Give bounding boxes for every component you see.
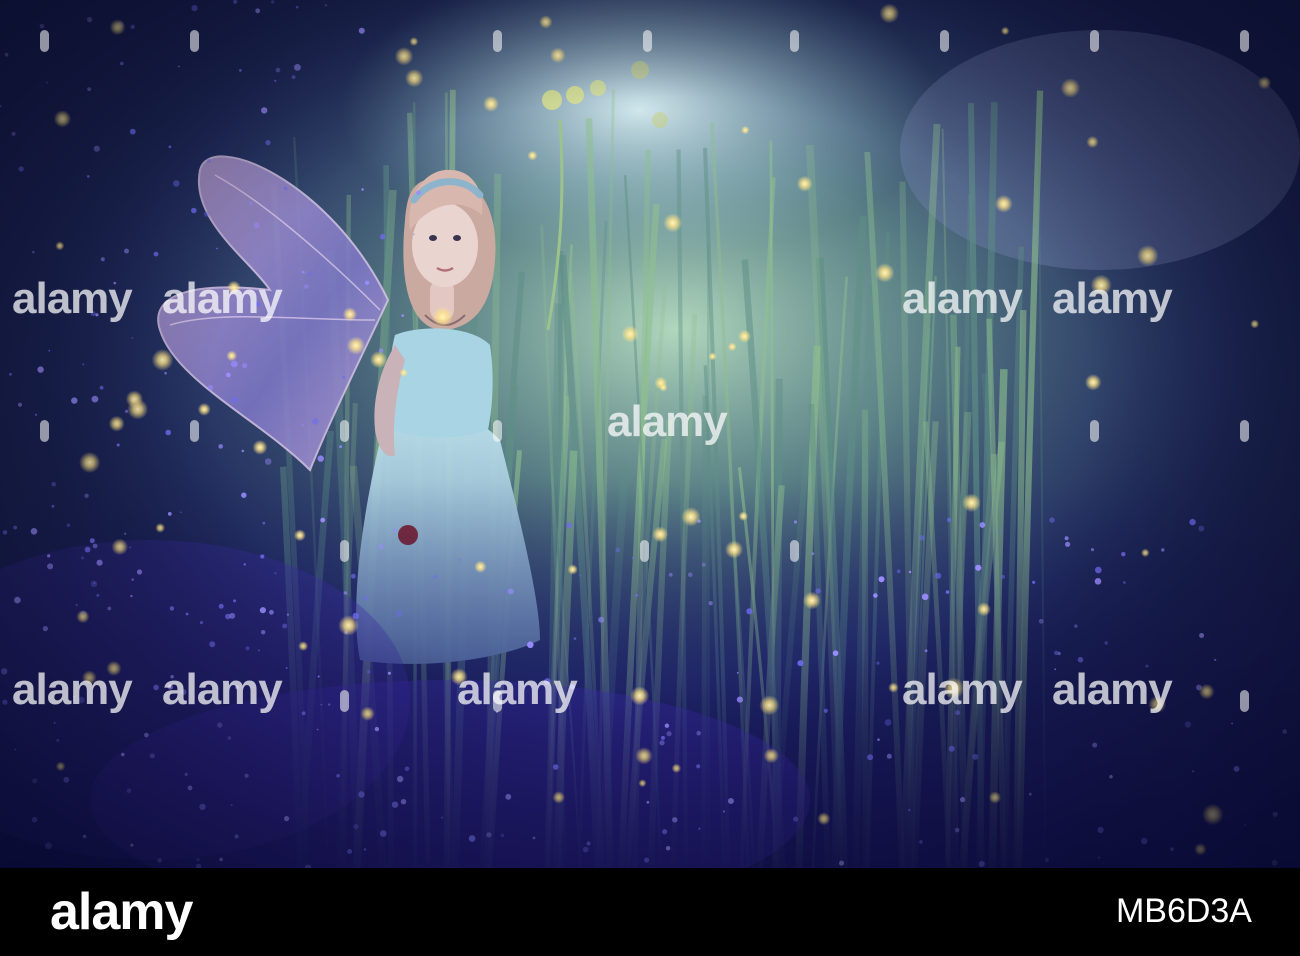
alamy-watermark: alamy	[1052, 665, 1173, 714]
watermark-mark	[493, 420, 502, 442]
watermark-mark	[1240, 420, 1249, 442]
alamy-watermark: alamy	[12, 665, 133, 714]
watermark-mark	[40, 420, 49, 442]
alamy-watermark: alamy	[12, 274, 133, 323]
alamy-watermark: alamy	[902, 665, 1023, 714]
watermark-mark	[1240, 30, 1249, 52]
watermark-mark	[640, 540, 649, 562]
alamy-watermark: alamy	[457, 665, 578, 714]
watermark-mark	[643, 30, 652, 52]
footer-bar: alamy MB6D3A	[0, 868, 1300, 956]
watermark-mark	[190, 30, 199, 52]
alamy-watermark: alamy	[902, 274, 1023, 323]
watermark-mark	[493, 30, 502, 52]
watermark-mark	[340, 690, 349, 712]
watermark-mark	[790, 30, 799, 52]
watermark-mark	[1090, 420, 1099, 442]
stock-photo-page: alamy alamy alamy alamy alamy alamy alamy alamy…	[0, 0, 1300, 956]
alamy-watermark: alamy	[162, 665, 283, 714]
watermark-mark	[340, 420, 349, 442]
fairy-photo: alamy alamy alamy alamy alamy alamy alamy alamy…	[0, 0, 1300, 868]
alamy-watermark: alamy	[607, 397, 728, 446]
watermark-mark	[340, 540, 349, 562]
watermark-mark	[40, 30, 49, 52]
watermark-mark	[1240, 690, 1249, 712]
alamy-watermark: alamy	[1052, 274, 1173, 323]
watermark-mark	[1090, 30, 1099, 52]
watermark-mark	[790, 540, 799, 562]
watermark-mark	[493, 690, 502, 712]
alamy-watermark: alamy	[162, 274, 283, 323]
alamy-logo: alamy	[50, 883, 193, 941]
watermark-mark	[190, 420, 199, 442]
watermark-mark	[940, 30, 949, 52]
image-id: MB6D3A	[1115, 892, 1252, 930]
